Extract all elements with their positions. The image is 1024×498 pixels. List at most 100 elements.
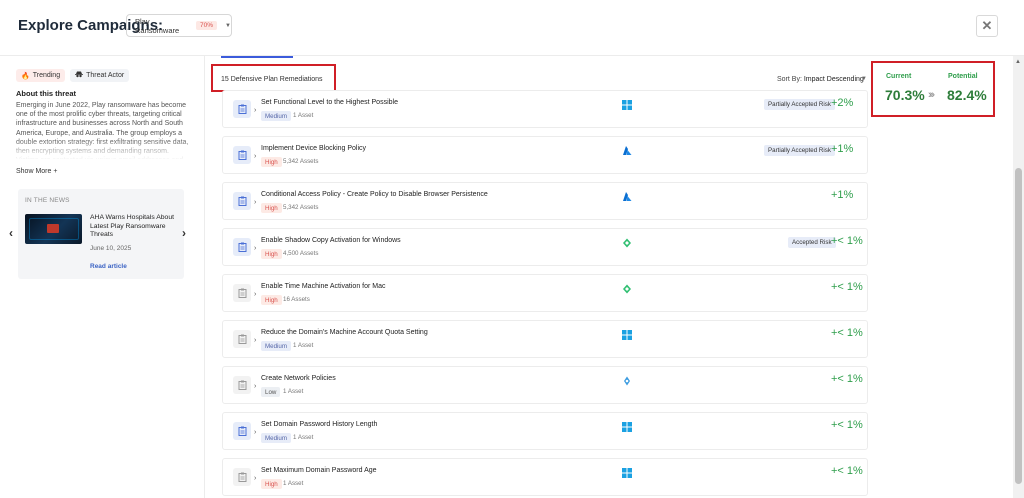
- expand-chevron-icon[interactable]: ›: [254, 245, 256, 252]
- impact-value: +< 1%: [831, 465, 863, 477]
- show-more-label: Show More: [16, 168, 52, 175]
- asset-count: 1 Asset: [293, 112, 314, 119]
- asset-count: 16 Assets: [283, 296, 310, 303]
- clipboard-icon: [233, 284, 251, 302]
- remediation-row[interactable]: › Set Domain Password History Length Med…: [222, 412, 868, 450]
- windows-icon: [622, 422, 632, 432]
- windows-icon: [622, 100, 632, 110]
- tag-trending: 🔥 Trending: [16, 69, 66, 82]
- remediation-row[interactable]: › Implement Device Blocking Policy High …: [222, 136, 868, 174]
- potential-label: Potential: [948, 73, 978, 80]
- text-fade: [16, 138, 192, 160]
- sort-value: Impact Descending: [803, 76, 864, 83]
- expand-chevron-icon[interactable]: ›: [254, 475, 256, 482]
- expand-chevron-icon[interactable]: ›: [254, 383, 256, 390]
- expand-chevron-icon[interactable]: ›: [254, 107, 256, 114]
- read-article-link[interactable]: Read article: [90, 263, 127, 270]
- remediation-name: Create Network Policies: [261, 375, 336, 382]
- severity-badge: Medium: [261, 111, 292, 121]
- remediation-name: Set Functional Level to the Highest Poss…: [261, 99, 398, 106]
- remediation-row[interactable]: › Enable Shadow Copy Activation for Wind…: [222, 228, 868, 266]
- tag-label: Trending: [32, 72, 61, 79]
- remediation-name: Set Maximum Domain Password Age: [261, 467, 377, 474]
- show-more-button[interactable]: Show More +: [16, 168, 57, 175]
- current-score: 70.3%: [885, 87, 925, 103]
- potential-score: 82.4%: [947, 87, 987, 103]
- expand-chevron-icon[interactable]: ›: [254, 337, 256, 344]
- risk-badge: Partially Accepted Risk: [764, 145, 835, 156]
- current-label: Current: [886, 73, 912, 80]
- chevron-down-icon: ▼: [225, 22, 231, 29]
- remediation-name: Enable Shadow Copy Activation for Window…: [261, 237, 401, 244]
- impact-value: +< 1%: [831, 327, 863, 339]
- clipboard-icon: [233, 468, 251, 486]
- remediation-name: Conditional Access Policy - Create Polic…: [261, 191, 488, 198]
- windows-icon: [622, 468, 632, 478]
- severity-badge: Medium: [261, 433, 292, 443]
- impact-value: +< 1%: [831, 235, 863, 247]
- close-icon: ✕: [981, 18, 993, 33]
- remediations-panel: 15 Defensive Plan Remediations Sort By: …: [204, 56, 872, 498]
- scrollbar-thumb[interactable]: [1015, 168, 1022, 484]
- asset-count: 1 Asset: [293, 342, 314, 349]
- severity-badge: High: [261, 295, 282, 305]
- news-card: IN THE NEWS AHA Warns Hospitals About La…: [18, 189, 184, 279]
- chevron-down-icon[interactable]: ▼: [861, 76, 867, 82]
- campaign-select[interactable]: Play Ransomware 70% ▼: [126, 14, 232, 37]
- remediation-row[interactable]: › Set Functional Level to the Highest Po…: [222, 90, 868, 128]
- impact-value: +1%: [831, 143, 854, 155]
- remediation-name: Implement Device Blocking Policy: [261, 145, 367, 152]
- asset-count: 4,500 Assets: [283, 250, 319, 257]
- news-headline[interactable]: AHA Warns Hospitals About Latest Play Ra…: [90, 214, 178, 240]
- crowdstrike-icon: [623, 238, 631, 248]
- remediation-row[interactable]: › Set Maximum Domain Password Age High 1…: [222, 458, 868, 496]
- azure-icon: [623, 192, 632, 201]
- expand-chevron-icon[interactable]: ›: [254, 429, 256, 436]
- severity-badge: Medium: [261, 341, 292, 351]
- fire-icon: 🔥: [21, 72, 30, 80]
- remediation-row[interactable]: › Enable Time Machine Activation for Mac…: [222, 274, 868, 312]
- remediation-row[interactable]: › Create Network Policies Low 1 Asset +<…: [222, 366, 868, 404]
- clipboard-icon: [233, 146, 251, 164]
- azure-icon: [623, 146, 632, 155]
- crowdstrike-icon: [623, 284, 631, 294]
- asset-count: 5,342 Assets: [283, 204, 319, 211]
- clipboard-icon: [233, 422, 251, 440]
- expand-chevron-icon[interactable]: ›: [254, 153, 256, 160]
- news-section-label: IN THE NEWS: [25, 197, 70, 204]
- spy-icon: [75, 71, 84, 80]
- clipboard-icon: [233, 192, 251, 210]
- expand-chevron-icon[interactable]: ›: [254, 291, 256, 298]
- risk-badge: Accepted Risk: [788, 237, 836, 248]
- next-news-button[interactable]: ›: [182, 226, 186, 240]
- severity-badge: High: [261, 203, 282, 213]
- about-title: About this threat: [16, 89, 76, 98]
- tag-label: Threat Actor: [86, 72, 125, 79]
- clipboard-icon: [233, 100, 251, 118]
- news-thumbnail[interactable]: [25, 214, 82, 244]
- severity-badge: Low: [261, 387, 281, 397]
- asset-count: 5,342 Assets: [283, 158, 319, 165]
- clipboard-icon: [233, 238, 251, 256]
- remediation-row[interactable]: › Reduce the Domain's Machine Account Qu…: [222, 320, 868, 358]
- sort-dropdown[interactable]: Sort By: Impact Descending: [777, 76, 864, 83]
- prev-news-button[interactable]: ‹: [9, 226, 13, 240]
- threat-tags: 🔥 Trending Threat Actor: [16, 69, 130, 82]
- top-bar: Explore Campaigns: Play Ransomware 70% ▼…: [0, 0, 1024, 56]
- impact-value: +1%: [831, 189, 854, 201]
- remediation-name: Reduce the Domain's Machine Account Quot…: [261, 329, 428, 336]
- asset-count: 1 Asset: [283, 388, 304, 395]
- tag-threat-actor: Threat Actor: [70, 69, 130, 82]
- severity-badge: High: [261, 157, 282, 167]
- campaign-name: Play Ransomware: [135, 16, 180, 35]
- remediation-row[interactable]: › Conditional Access Policy - Create Pol…: [222, 182, 868, 220]
- double-chevron-icon: ›››: [928, 89, 935, 101]
- scroll-up-icon[interactable]: ▲: [1015, 59, 1021, 65]
- plus-icon: +: [53, 168, 58, 175]
- expand-chevron-icon[interactable]: ›: [254, 199, 256, 206]
- scrollbar[interactable]: ▲: [1013, 56, 1024, 498]
- lock-icon: [47, 224, 59, 233]
- severity-badge: High: [261, 249, 282, 259]
- close-button[interactable]: ✕: [976, 15, 998, 37]
- windows-icon: [622, 330, 632, 340]
